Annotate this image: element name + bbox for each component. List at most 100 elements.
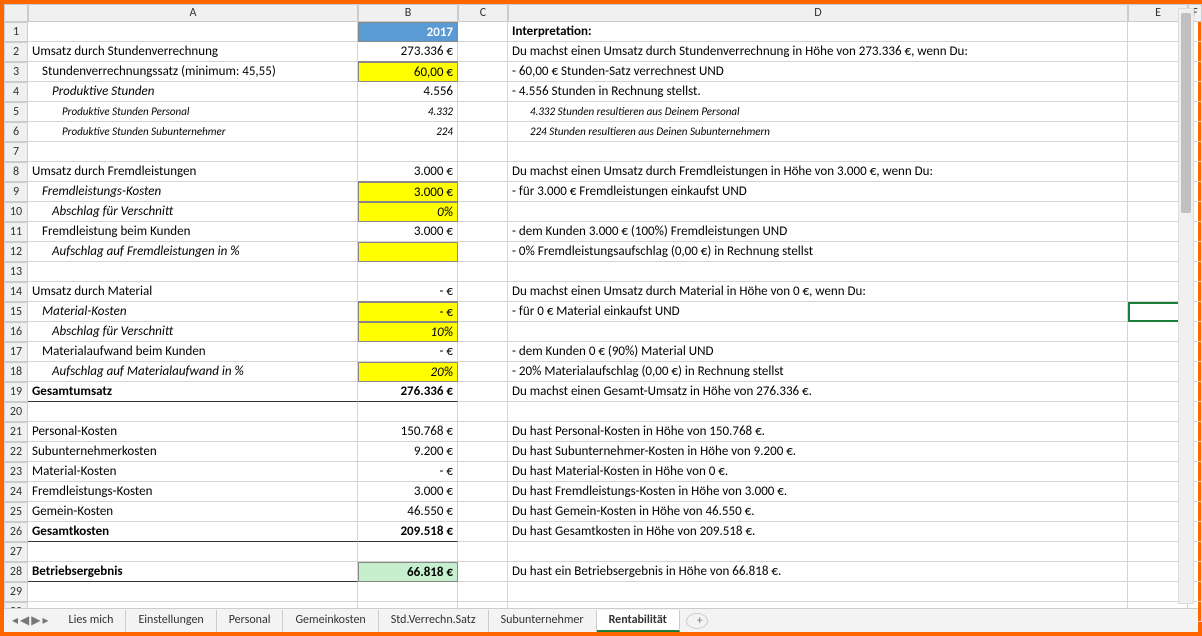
cell-C13[interactable] (458, 262, 508, 282)
cell-C27[interactable] (458, 542, 508, 562)
cell-A8[interactable]: Umsatz durch Fremdleistungen (28, 162, 358, 182)
cell-B14[interactable]: - € (358, 282, 458, 302)
tab-personal[interactable]: Personal (217, 610, 284, 632)
row-header-18[interactable]: 18 (4, 362, 28, 382)
cell-D10[interactable] (508, 202, 1128, 222)
cell-A28[interactable]: Betriebsergebnis (28, 562, 358, 582)
cell-C19[interactable] (458, 382, 508, 402)
cell-A26[interactable]: Gesamtkosten (28, 522, 358, 542)
row-header-23[interactable]: 23 (4, 462, 28, 482)
cell-A20[interactable] (28, 402, 358, 422)
cell-B21[interactable]: 150.768 € (358, 422, 458, 442)
cell-A7[interactable] (28, 142, 358, 162)
cell-A22[interactable]: Subunternehmerkosten (28, 442, 358, 462)
select-all-corner[interactable] (4, 4, 28, 22)
cell-A10[interactable]: Abschlag für Verschnitt (28, 202, 358, 222)
cell-A19[interactable]: Gesamtumsatz (28, 382, 358, 402)
add-sheet-icon[interactable]: + (686, 613, 708, 629)
row-header-3[interactable]: 3 (4, 62, 28, 82)
row-header-14[interactable]: 14 (4, 282, 28, 302)
cell-A6[interactable]: Produktive Stunden Subunternehmer (28, 122, 358, 142)
cell-B18[interactable]: 20% (358, 362, 458, 382)
cell-C22[interactable] (458, 442, 508, 462)
cell-C5[interactable] (458, 102, 508, 122)
cell-C20[interactable] (458, 402, 508, 422)
cell-D5[interactable]: 4.332 Stunden resultieren aus Deinem Per… (508, 102, 1128, 122)
cell-C16[interactable] (458, 322, 508, 342)
cell-C29[interactable] (458, 582, 508, 602)
tab-lies-mich[interactable]: Lies mich (57, 610, 127, 632)
cell-B6[interactable]: 224 (358, 122, 458, 142)
cell-B17[interactable]: - € (358, 342, 458, 362)
cell-B16[interactable]: 10% (358, 322, 458, 342)
cell-A13[interactable] (28, 262, 358, 282)
cell-B2[interactable]: 273.336 € (358, 42, 458, 62)
cell-D16[interactable] (508, 322, 1128, 342)
cell-D19[interactable]: Du machst einen Gesamt-Umsatz in Höhe vo… (508, 382, 1128, 402)
cell-D27[interactable] (508, 542, 1128, 562)
cell-B29[interactable] (358, 582, 458, 602)
cell-B8[interactable]: 3.000 € (358, 162, 458, 182)
cell-D7[interactable] (508, 142, 1128, 162)
cell-A5[interactable]: Produktive Stunden Personal (28, 102, 358, 122)
row-header-15[interactable]: 15 (4, 302, 28, 322)
cell-D8[interactable]: Du machst einen Umsatz durch Fremdleistu… (508, 162, 1128, 182)
row-header-7[interactable]: 7 (4, 142, 28, 162)
col-header-B[interactable]: B (358, 4, 458, 22)
cell-D15[interactable]: - für 0 € Material einkaufst UND (508, 302, 1128, 322)
cell-D9[interactable]: - für 3.000 € Fremdleistungen einkaufst … (508, 182, 1128, 202)
cell-B12[interactable] (358, 242, 458, 262)
cell-B15[interactable]: - € (358, 302, 458, 322)
cell-C2[interactable] (458, 42, 508, 62)
cell-C21[interactable] (458, 422, 508, 442)
row-header-25[interactable]: 25 (4, 502, 28, 522)
cell-C1[interactable] (458, 22, 508, 42)
cell-A15[interactable]: Material-Kosten (28, 302, 358, 322)
row-header-12[interactable]: 12 (4, 242, 28, 262)
row-header-4[interactable]: 4 (4, 82, 28, 102)
cell-C24[interactable] (458, 482, 508, 502)
cell-C6[interactable] (458, 122, 508, 142)
cell-D25[interactable]: Du hast Gemein-Kosten in Höhe von 46.550… (508, 502, 1128, 522)
tab-gemeinkosten[interactable]: Gemeinkosten (283, 610, 378, 632)
cell-D2[interactable]: Du machst einen Umsatz durch Stundenverr… (508, 42, 1128, 62)
cell-A2[interactable]: Umsatz durch Stundenverrechnung (28, 42, 358, 62)
cell-D12[interactable]: - 0% Fremdleistungsaufschlag (0,00 €) in… (508, 242, 1128, 262)
cell-C23[interactable] (458, 462, 508, 482)
cell-D13[interactable] (508, 262, 1128, 282)
nav-last-icon[interactable]: ▸ (43, 613, 49, 628)
col-header-A[interactable]: A (28, 4, 358, 22)
row-header-24[interactable]: 24 (4, 482, 28, 502)
row-header-5[interactable]: 5 (4, 102, 28, 122)
cell-B11[interactable]: 3.000 € (358, 222, 458, 242)
cell-C12[interactable] (458, 242, 508, 262)
cell-D3[interactable]: - 60,00 € Stunden-Satz verrechnest UND (508, 62, 1128, 82)
cell-D11[interactable]: - dem Kunden 3.000 € (100%) Fremdleistun… (508, 222, 1128, 242)
row-header-19[interactable]: 19 (4, 382, 28, 402)
cell-C3[interactable] (458, 62, 508, 82)
scrollbar-thumb[interactable] (1181, 13, 1191, 213)
row-header-26[interactable]: 26 (4, 522, 28, 542)
cell-A16[interactable]: Abschlag für Verschnitt (28, 322, 358, 342)
cell-A1[interactable] (28, 22, 358, 42)
cell-B22[interactable]: 9.200 € (358, 442, 458, 462)
cell-B28[interactable]: 66.818 € (358, 562, 458, 582)
nav-first-icon[interactable]: ◂ (12, 613, 18, 628)
cell-C9[interactable] (458, 182, 508, 202)
cell-C28[interactable] (458, 562, 508, 582)
cell-D6[interactable]: 224 Stunden resultieren aus Deinen Subun… (508, 122, 1128, 142)
cell-B23[interactable]: - € (358, 462, 458, 482)
vertical-scrollbar[interactable] (1178, 8, 1194, 604)
cell-C11[interactable] (458, 222, 508, 242)
row-header-1[interactable]: 1 (4, 22, 28, 42)
cell-A4[interactable]: Produktive Stunden (28, 82, 358, 102)
cell-A14[interactable]: Umsatz durch Material (28, 282, 358, 302)
cell-B4[interactable]: 4.556 (358, 82, 458, 102)
cell-A9[interactable]: Fremdleistungs-Kosten (28, 182, 358, 202)
cell-D20[interactable] (508, 402, 1128, 422)
row-header-28[interactable]: 28 (4, 562, 28, 582)
cell-A3[interactable]: Stundenverrechnungssatz (minimum: 45,55) (28, 62, 358, 82)
row-header-10[interactable]: 10 (4, 202, 28, 222)
row-header-13[interactable]: 13 (4, 262, 28, 282)
tab-subunternehmer[interactable]: Subunternehmer (489, 610, 597, 632)
